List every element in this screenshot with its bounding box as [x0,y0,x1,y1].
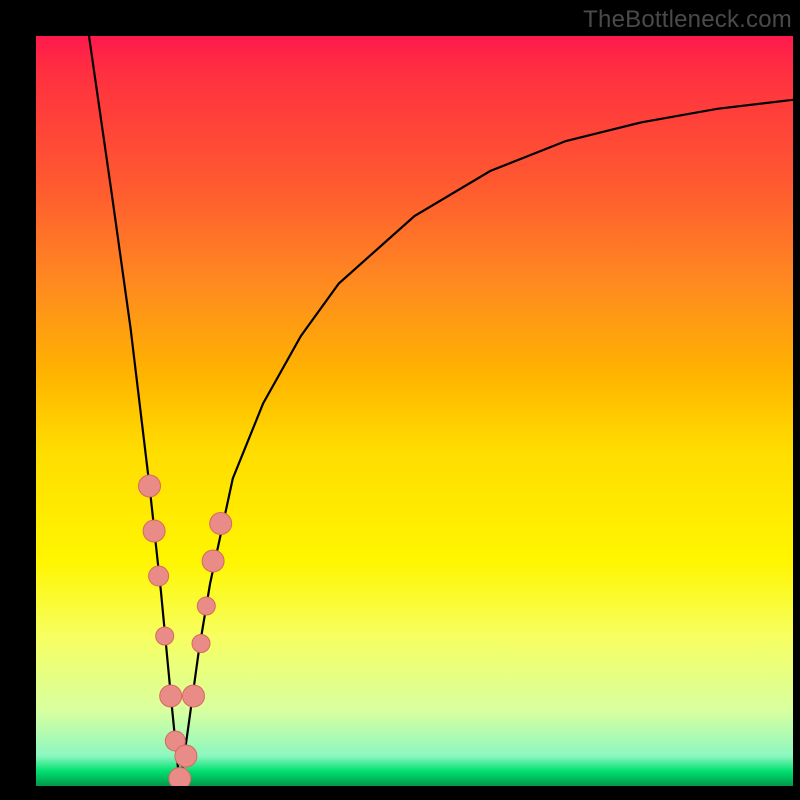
curve-overlay [36,36,793,786]
marker-bead [149,566,169,586]
marker-bead [183,685,205,707]
chart-frame: TheBottleneck.com [0,0,800,800]
marker-beads [139,475,232,786]
marker-bead [139,475,161,497]
marker-bead [169,768,191,787]
marker-bead [197,597,215,615]
marker-bead [160,685,182,707]
bottleneck-curve [89,36,793,786]
marker-bead [192,635,210,653]
watermark-text: TheBottleneck.com [583,6,792,34]
marker-bead [175,745,197,767]
marker-bead [143,520,165,542]
marker-bead [165,731,185,751]
marker-bead [156,627,174,645]
marker-bead [210,513,232,535]
plot-area [36,36,793,786]
marker-bead [202,550,224,572]
